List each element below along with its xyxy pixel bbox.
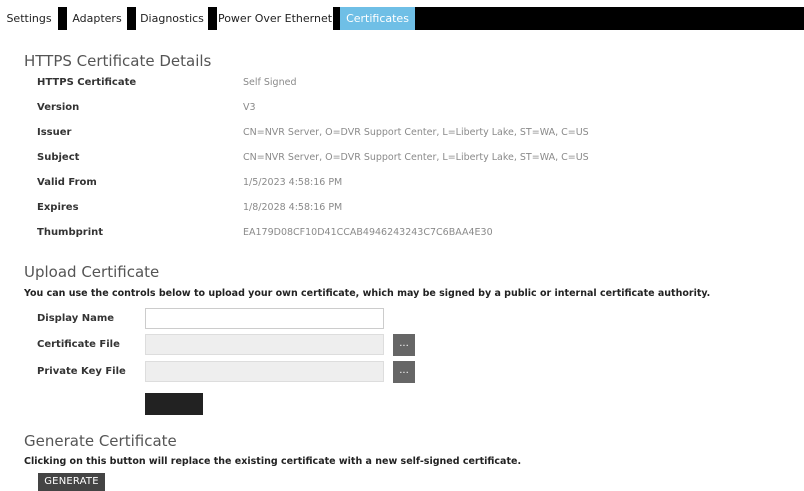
tab-certificates[interactable]: Certificates: [340, 7, 415, 30]
row-value-issuer: CN=NVR Server, O=DVR Support Center, L=L…: [243, 127, 589, 138]
certificate-file-browse-button[interactable]: ...: [393, 334, 415, 356]
tab-bar: Settings Adapters Diagnostics Power Over…: [0, 7, 804, 30]
tab-adapters[interactable]: Adapters: [67, 7, 127, 30]
generate-description: Clicking on this button will replace the…: [24, 456, 522, 467]
generate-button[interactable]: GENERATE: [38, 473, 105, 491]
row-label-thumbprint: Thumbprint: [37, 227, 104, 238]
display-name-label: Display Name: [37, 313, 115, 324]
tab-settings[interactable]: Settings: [0, 7, 58, 30]
upload-button[interactable]: [145, 393, 203, 415]
tab-diagnostics[interactable]: Diagnostics: [136, 7, 208, 30]
private-key-file-input[interactable]: [145, 361, 384, 382]
row-label-https-certificate: HTTPS Certificate: [37, 77, 137, 88]
row-value-version: V3: [243, 102, 256, 113]
row-value-expires: 1/8/2028 4:58:16 PM: [243, 202, 343, 213]
row-label-issuer: Issuer: [37, 127, 72, 138]
row-value-thumbprint: EA179D08CF10D41CCAB4946243243C7C6BAA4E30: [243, 227, 493, 238]
upload-title: Upload Certificate: [24, 263, 160, 281]
tab-power-over-ethernet[interactable]: Power Over Ethernet: [217, 7, 333, 30]
row-value-subject: CN=NVR Server, O=DVR Support Center, L=L…: [243, 152, 589, 163]
row-value-https-certificate: Self Signed: [243, 77, 297, 88]
private-key-file-browse-button[interactable]: ...: [393, 361, 415, 383]
row-label-expires: Expires: [37, 202, 79, 213]
row-label-subject: Subject: [37, 152, 80, 163]
certificate-file-input[interactable]: [145, 334, 384, 355]
generate-title: Generate Certificate: [24, 432, 177, 450]
certificate-file-label: Certificate File: [37, 339, 120, 350]
row-value-valid-from: 1/5/2023 4:58:16 PM: [243, 177, 343, 188]
upload-description: You can use the controls below to upload…: [24, 288, 711, 299]
display-name-input[interactable]: [145, 308, 384, 329]
row-label-version: Version: [37, 102, 80, 113]
row-label-valid-from: Valid From: [37, 177, 97, 188]
private-key-file-label: Private Key File: [37, 366, 126, 377]
details-title: HTTPS Certificate Details: [24, 52, 212, 70]
